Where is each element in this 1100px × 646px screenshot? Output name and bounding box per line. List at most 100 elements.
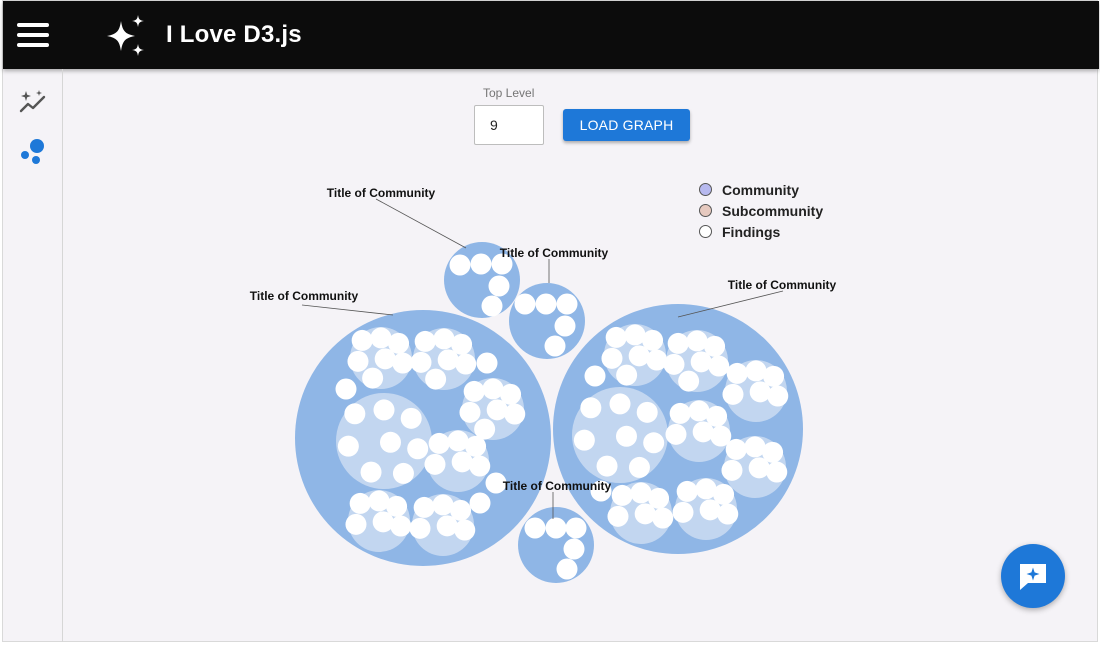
finding-circle bbox=[615, 425, 637, 447]
finding-circle bbox=[469, 455, 491, 477]
finding-circle bbox=[524, 517, 546, 539]
finding-circle bbox=[344, 403, 366, 425]
finding-circle bbox=[390, 515, 412, 537]
label-leader-line bbox=[677, 290, 784, 318]
finding-circle bbox=[425, 368, 447, 390]
finding-circle bbox=[565, 517, 587, 539]
finding-circle bbox=[373, 399, 395, 421]
finding-circle bbox=[504, 403, 526, 425]
circle-pack-graph: Title of Community Title of Community Titl… bbox=[250, 186, 837, 583]
finding-circle bbox=[413, 496, 435, 518]
finding-circle bbox=[708, 355, 730, 377]
finding-circle bbox=[410, 351, 432, 373]
finding-circle bbox=[722, 383, 744, 405]
finding-circle bbox=[665, 423, 687, 445]
community-title-label: Title of Community bbox=[327, 186, 436, 200]
finding-circle bbox=[488, 275, 510, 297]
finding-circle bbox=[669, 402, 691, 424]
finding-circle bbox=[692, 421, 714, 443]
finding-circle bbox=[436, 515, 458, 537]
finding-circle bbox=[451, 451, 473, 473]
finding-circle bbox=[607, 505, 629, 527]
finding-circle bbox=[584, 365, 606, 387]
finding-circle bbox=[766, 461, 788, 483]
label-leader-line bbox=[301, 304, 394, 316]
finding-circle bbox=[573, 429, 595, 451]
finding-circle bbox=[699, 499, 721, 521]
finding-circle bbox=[454, 519, 476, 541]
finding-circle bbox=[544, 335, 566, 357]
finding-circle bbox=[407, 438, 429, 460]
finding-circle bbox=[514, 293, 536, 315]
finding-circle bbox=[459, 401, 481, 423]
finding-circle bbox=[652, 507, 674, 529]
finding-circle bbox=[414, 330, 436, 352]
finding-circle bbox=[392, 462, 414, 484]
finding-circle bbox=[545, 517, 567, 539]
finding-circle bbox=[690, 351, 712, 373]
finding-circle bbox=[563, 538, 585, 560]
finding-circle bbox=[721, 459, 743, 481]
finding-circle bbox=[596, 455, 618, 477]
community-title-label: Title of Community bbox=[503, 479, 612, 493]
finding-circle bbox=[672, 501, 694, 523]
finding-circle bbox=[725, 438, 747, 460]
chat-fab-button[interactable] bbox=[1001, 544, 1065, 608]
finding-circle bbox=[535, 293, 557, 315]
chat-sparkle-icon bbox=[1020, 564, 1046, 590]
finding-circle bbox=[611, 484, 633, 506]
finding-circle bbox=[580, 397, 602, 419]
finding-circle bbox=[449, 254, 471, 276]
finding-circle bbox=[616, 364, 638, 386]
finding-circle bbox=[349, 492, 371, 514]
finding-circle bbox=[481, 295, 503, 317]
finding-circle bbox=[392, 352, 414, 374]
finding-circle bbox=[556, 558, 578, 580]
finding-circle bbox=[667, 332, 689, 354]
finding-circle bbox=[676, 480, 698, 502]
finding-circle bbox=[400, 407, 422, 429]
finding-circle bbox=[470, 253, 492, 275]
finding-circle bbox=[463, 380, 485, 402]
finding-circle bbox=[424, 453, 446, 475]
finding-circle bbox=[628, 345, 650, 367]
finding-circle bbox=[643, 432, 665, 454]
app-window: I Love D3.js Top Level LOAD GRAPH Commun… bbox=[2, 0, 1099, 642]
finding-circle bbox=[345, 513, 367, 535]
finding-circle bbox=[556, 293, 578, 315]
finding-circle bbox=[636, 401, 658, 423]
finding-circle bbox=[347, 350, 369, 372]
finding-circle bbox=[726, 362, 748, 384]
finding-circle bbox=[628, 456, 650, 478]
finding-circle bbox=[554, 315, 576, 337]
finding-circle bbox=[748, 457, 770, 479]
finding-circle bbox=[663, 353, 685, 375]
finding-circle bbox=[360, 461, 382, 483]
finding-circle bbox=[601, 347, 623, 369]
community-title-label: Title of Community bbox=[250, 289, 359, 303]
community-title-label: Title of Community bbox=[728, 278, 837, 292]
finding-circle bbox=[351, 329, 373, 351]
finding-circle bbox=[678, 370, 700, 392]
finding-circle bbox=[749, 381, 771, 403]
finding-circle bbox=[634, 503, 656, 525]
finding-circle bbox=[469, 492, 491, 514]
finding-circle bbox=[717, 503, 739, 525]
finding-circle bbox=[379, 431, 401, 453]
finding-circle bbox=[767, 385, 789, 407]
finding-circle bbox=[455, 353, 477, 375]
finding-circle bbox=[437, 349, 459, 371]
finding-circle bbox=[486, 399, 508, 421]
community-title-label: Title of Community bbox=[500, 246, 609, 260]
finding-circle bbox=[476, 352, 498, 374]
finding-circle bbox=[428, 432, 450, 454]
finding-circle bbox=[609, 393, 631, 415]
finding-circle bbox=[335, 378, 357, 400]
finding-circle bbox=[372, 511, 394, 533]
finding-circle bbox=[362, 367, 384, 389]
finding-circle bbox=[337, 435, 359, 457]
finding-circle bbox=[409, 517, 431, 539]
label-leader-line bbox=[375, 198, 467, 249]
finding-circle bbox=[374, 348, 396, 370]
finding-circle bbox=[605, 326, 627, 348]
